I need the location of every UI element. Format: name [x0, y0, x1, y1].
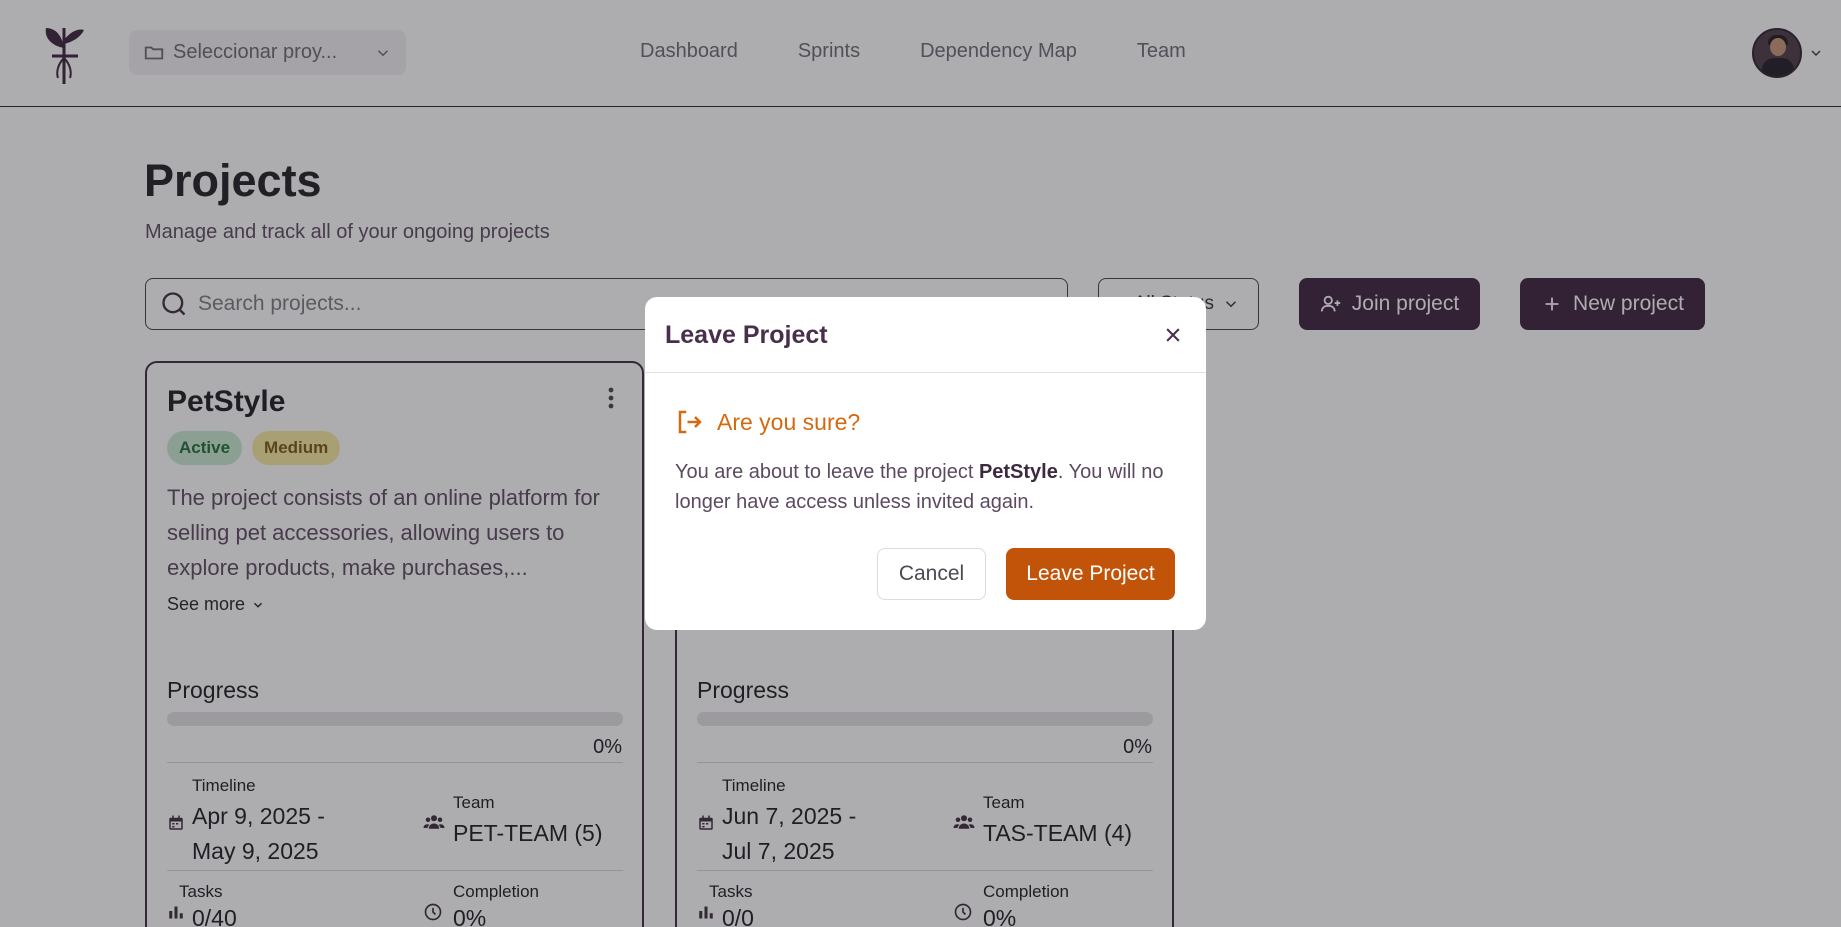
message-prefix: You are about to leave the project	[675, 461, 979, 483]
close-icon[interactable]	[1163, 325, 1183, 345]
dialog-header: Leave Project	[645, 297, 1206, 373]
leave-project-button[interactable]: Leave Project	[1006, 548, 1175, 600]
dialog-title: Leave Project	[665, 321, 828, 349]
cancel-button[interactable]: Cancel	[877, 548, 986, 600]
log-out-icon	[678, 410, 702, 434]
dialog-message: You are about to leave the project PetSt…	[675, 457, 1185, 517]
message-project-name: PetStyle	[978, 461, 1058, 483]
warning-text: Are you sure?	[717, 408, 861, 435]
warning-heading: Are you sure?	[675, 407, 860, 437]
leave-project-dialog: Leave Project Are you sure? You are abou…	[645, 297, 1206, 630]
